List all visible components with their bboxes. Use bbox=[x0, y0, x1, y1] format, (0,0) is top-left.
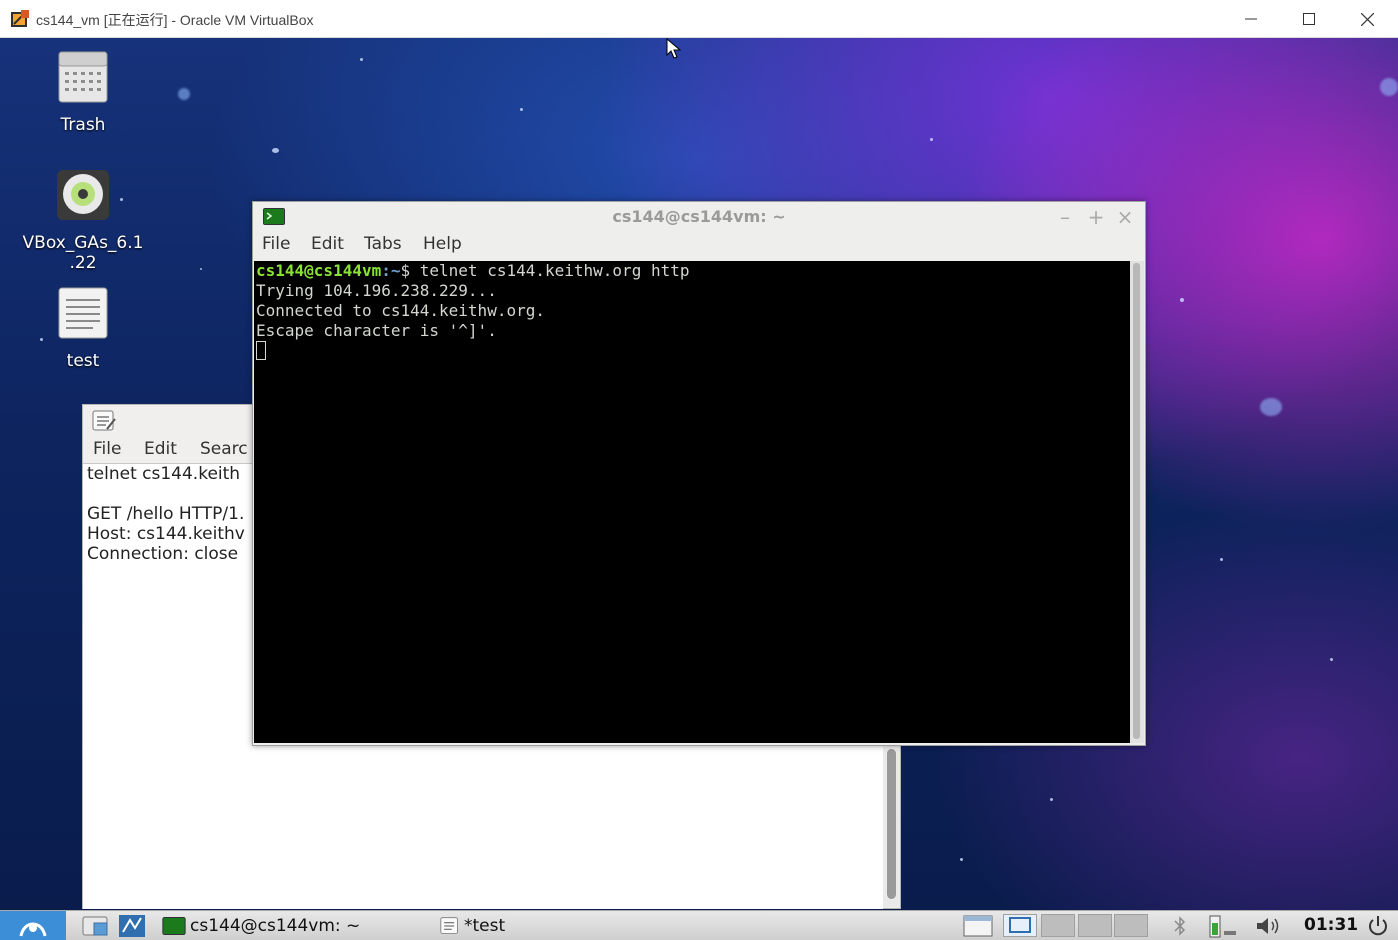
file-manager-icon[interactable] bbox=[82, 915, 110, 937]
trash-icon bbox=[58, 51, 108, 103]
terminal-screen[interactable]: cs144@cs144vm:~$ telnet cs144.keithw.org… bbox=[254, 261, 1130, 743]
taskbar-clock[interactable]: 01:31 bbox=[1304, 915, 1358, 935]
host-window-titlebar[interactable]: cs144_vm [正在运行] - Oracle VM VirtualBox bbox=[0, 0, 1398, 38]
network-icon[interactable] bbox=[118, 914, 146, 938]
text-file-icon bbox=[58, 287, 108, 339]
terminal-close-button[interactable]: × bbox=[1113, 205, 1137, 229]
terminal-title: cs144@cs144vm: ~ bbox=[612, 207, 786, 226]
editor-line: Connection: close bbox=[87, 544, 239, 564]
text-editor-icon bbox=[92, 410, 116, 431]
terminal-maximize-button[interactable]: + bbox=[1084, 205, 1108, 229]
power-icon[interactable] bbox=[1366, 914, 1390, 938]
prompt-command: telnet cs144.keithw.org http bbox=[419, 261, 690, 280]
wallpaper-star bbox=[1050, 798, 1053, 801]
host-window-title: cs144_vm [正在运行] - Oracle VM VirtualBox bbox=[36, 12, 314, 28]
workspace-1[interactable] bbox=[1003, 914, 1037, 937]
terminal-minimize-button[interactable]: – bbox=[1053, 205, 1077, 229]
bluetooth-icon[interactable] bbox=[1172, 916, 1188, 936]
terminal-titlebar[interactable]: cs144@cs144vm: ~ – + × bbox=[253, 202, 1145, 232]
prompt-user: cs144@cs144vm bbox=[256, 261, 382, 280]
wallpaper-star bbox=[1220, 558, 1223, 561]
editor-menu-edit[interactable]: Edit bbox=[144, 439, 177, 459]
start-menu-button[interactable] bbox=[0, 911, 66, 940]
wallpaper-planet bbox=[1260, 398, 1282, 416]
text-editor-icon bbox=[440, 917, 458, 934]
editor-line: telnet cs144.keith bbox=[87, 464, 241, 484]
wallpaper-star bbox=[1180, 298, 1184, 302]
taskbar: cs144@cs144vm: ~ *test 01:31 bbox=[0, 910, 1398, 940]
terminal-menu-tabs[interactable]: Tabs bbox=[364, 234, 402, 254]
taskbar-task-label: cs144@cs144vm: ~ bbox=[190, 916, 361, 936]
terminal-scrollbar-thumb[interactable] bbox=[1133, 263, 1140, 739]
desktop-icon-test[interactable]: test bbox=[8, 286, 158, 371]
mouse-pointer-icon bbox=[666, 38, 682, 59]
terminal-prompt-line: cs144@cs144vm:~$ telnet cs144.keithw.org… bbox=[256, 261, 689, 280]
desktop-icon-label: Trash bbox=[60, 115, 106, 135]
editor-menu-file[interactable]: File bbox=[93, 439, 121, 459]
wallpaper-star bbox=[520, 108, 523, 111]
virtualbox-app-icon bbox=[11, 10, 29, 27]
host-close-button[interactable] bbox=[1338, 0, 1396, 38]
desktop-icon-label: .22 bbox=[69, 253, 97, 273]
desktop-icon-trash[interactable]: Trash bbox=[8, 50, 158, 135]
terminal-window[interactable]: cs144@cs144vm: ~ – + × File Edit Tabs He… bbox=[252, 201, 1146, 746]
prompt-symbol: $ bbox=[400, 261, 420, 280]
editor-line: Host: cs144.keithv bbox=[87, 524, 245, 544]
desktop-icon-vbox-gas[interactable]: VBox_GAs_6.1 .22 bbox=[8, 168, 158, 273]
wallpaper-planet bbox=[1380, 78, 1398, 96]
volume-icon[interactable] bbox=[1254, 915, 1284, 937]
wallpaper-star bbox=[360, 58, 363, 61]
maximize-icon bbox=[1303, 13, 1315, 25]
host-maximize-button[interactable] bbox=[1280, 0, 1338, 38]
terminal-scrollbar[interactable] bbox=[1130, 261, 1144, 743]
minimize-icon bbox=[1245, 18, 1257, 20]
wallpaper-star bbox=[200, 268, 202, 270]
close-icon: × bbox=[1116, 205, 1134, 229]
window-preview-icon bbox=[1009, 917, 1031, 933]
terminal-output-line: Connected to cs144.keithw.org. bbox=[256, 301, 545, 320]
wallpaper-star bbox=[1330, 658, 1333, 661]
minimize-icon: – bbox=[1060, 205, 1070, 229]
desktop-icon-label: VBox_GAs_6.1 bbox=[22, 233, 144, 253]
terminal-output-line: Escape character is '^]'. bbox=[256, 321, 497, 340]
terminal-cursor bbox=[256, 341, 266, 360]
guest-desktop[interactable]: Trash VBox_GAs_6.1 .22 test File Edit Se… bbox=[0, 38, 1398, 910]
wallpaper-star bbox=[272, 148, 279, 153]
editor-scrollbar-thumb[interactable] bbox=[887, 749, 896, 899]
terminal-output-line: Trying 104.196.238.229... bbox=[256, 281, 497, 300]
workspace-4[interactable] bbox=[1114, 914, 1148, 937]
maximize-icon: + bbox=[1087, 205, 1105, 229]
prompt-path: :~ bbox=[381, 261, 401, 280]
wallpaper-star bbox=[178, 88, 190, 100]
terminal-icon bbox=[162, 917, 186, 935]
show-desktop-icon[interactable] bbox=[963, 915, 993, 937]
wallpaper-star bbox=[930, 138, 933, 141]
workspace-2[interactable] bbox=[1041, 914, 1075, 937]
battery-icon[interactable] bbox=[1206, 913, 1238, 939]
editor-line: GET /hello HTTP/1. bbox=[87, 504, 245, 524]
disc-icon bbox=[57, 170, 109, 220]
workspace-3[interactable] bbox=[1078, 914, 1112, 937]
taskbar-task-editor[interactable]: *test bbox=[438, 914, 638, 938]
taskbar-task-terminal[interactable]: cs144@cs144vm: ~ bbox=[162, 914, 424, 938]
terminal-menu-edit[interactable]: Edit bbox=[311, 234, 344, 254]
host-minimize-button[interactable] bbox=[1222, 0, 1280, 38]
wallpaper-star bbox=[960, 858, 963, 861]
terminal-menu-file[interactable]: File bbox=[262, 234, 290, 254]
terminal-menu-help[interactable]: Help bbox=[423, 234, 462, 254]
close-icon bbox=[1360, 12, 1374, 26]
taskbar-task-label: *test bbox=[464, 916, 506, 936]
lxde-logo-icon bbox=[19, 922, 47, 937]
desktop-icon-label: test bbox=[66, 351, 100, 371]
editor-scrollbar[interactable] bbox=[883, 749, 900, 907]
editor-menu-search[interactable]: Searc bbox=[200, 439, 248, 459]
